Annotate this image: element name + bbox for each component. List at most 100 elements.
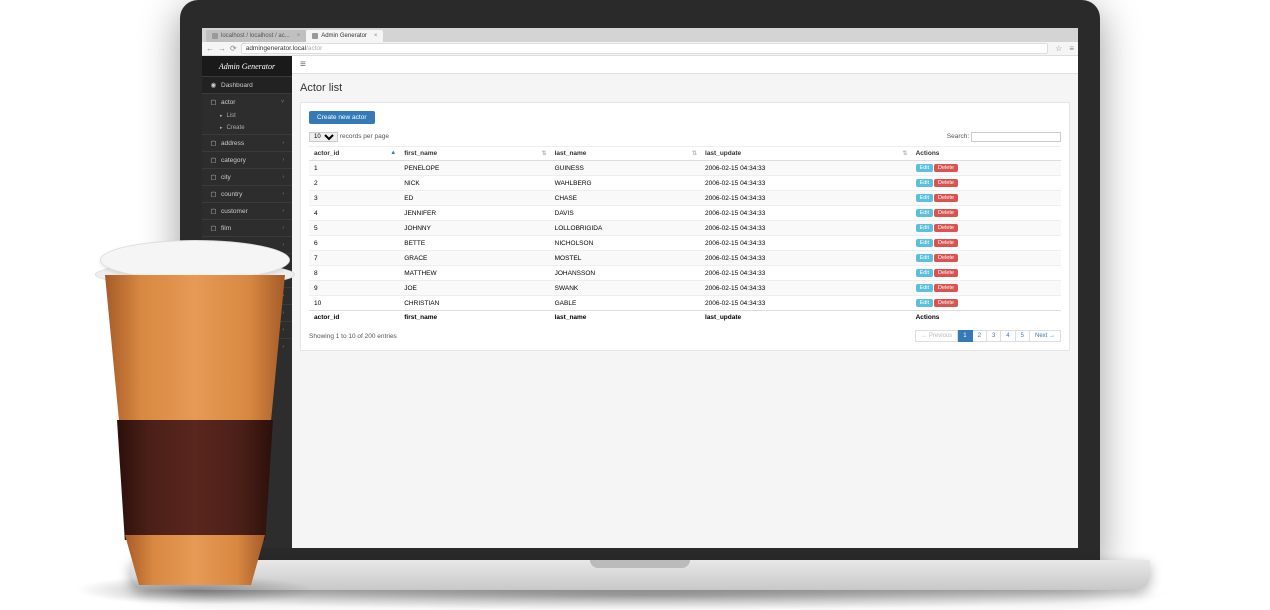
- edit-button[interactable]: Edit: [916, 239, 933, 247]
- cell-actions: EditDelete: [911, 176, 1061, 191]
- delete-button[interactable]: Delete: [934, 224, 958, 232]
- cell-last-update: 2006-02-15 04:34:33: [700, 281, 911, 296]
- main-area: ≡ Actor list Create new actor 10: [292, 56, 1078, 548]
- edit-button[interactable]: Edit: [916, 209, 933, 217]
- data-table: actor_id▲ first_name⇅ last_name⇅ last_up…: [309, 146, 1061, 324]
- browser-tab-label: localhost / localhost / ac...: [221, 33, 290, 39]
- column-header-first-name[interactable]: first_name⇅: [399, 147, 549, 161]
- pagination-prev[interactable]: ← Previous: [915, 330, 958, 342]
- delete-button[interactable]: Delete: [934, 179, 958, 187]
- menu-icon[interactable]: ≡: [1069, 44, 1074, 53]
- folder-icon: ▢: [210, 173, 217, 181]
- pagination-next[interactable]: Next →: [1030, 330, 1061, 342]
- column-footer: Actions: [911, 311, 1061, 325]
- pagination-page[interactable]: 4: [1001, 330, 1015, 342]
- cell-actions: EditDelete: [911, 296, 1061, 311]
- table-row: 9JOESWANK2006-02-15 04:34:33EditDelete: [309, 281, 1061, 296]
- pagination-page[interactable]: 2: [973, 330, 987, 342]
- cell-last-name: NICHOLSON: [550, 236, 700, 251]
- edit-button[interactable]: Edit: [916, 194, 933, 202]
- cell-first-name: MATTHEW: [399, 266, 549, 281]
- delete-button[interactable]: Delete: [934, 269, 958, 277]
- cell-actions: EditDelete: [911, 251, 1061, 266]
- cell-first-name: CHRISTIAN: [399, 296, 549, 311]
- column-header-actor-id[interactable]: actor_id▲: [309, 147, 399, 161]
- table-row: 6BETTENICHOLSON2006-02-15 04:34:33EditDe…: [309, 236, 1061, 251]
- sort-icon: ⇅: [542, 150, 547, 157]
- edit-button[interactable]: Edit: [916, 269, 933, 277]
- column-header-last-update[interactable]: last_update⇅: [700, 147, 911, 161]
- cell-actor-id: 8: [309, 266, 399, 281]
- sidebar-item-film[interactable]: ▢film›: [202, 219, 292, 236]
- delete-button[interactable]: Delete: [934, 284, 958, 292]
- content: Actor list Create new actor 10 records p…: [292, 74, 1078, 359]
- star-icon[interactable]: ☆: [1055, 44, 1062, 53]
- search-label: Search:: [947, 133, 969, 140]
- sidebar-item-country[interactable]: ▢country›: [202, 185, 292, 202]
- browser-tab-active[interactable]: Admin Generator ×: [306, 30, 383, 42]
- sidebar-item-address[interactable]: ▢address›: [202, 134, 292, 151]
- search-box: Search:: [947, 132, 1061, 142]
- edit-button[interactable]: Edit: [916, 179, 933, 187]
- edit-button[interactable]: Edit: [916, 284, 933, 292]
- create-new-button[interactable]: Create new actor: [309, 111, 375, 124]
- pagination-page[interactable]: 3: [987, 330, 1001, 342]
- column-footer: last_name: [550, 311, 700, 325]
- sidebar-item-category[interactable]: ▢category›: [202, 151, 292, 168]
- cell-actor-id: 1: [309, 161, 399, 176]
- edit-button[interactable]: Edit: [916, 299, 933, 307]
- cell-last-update: 2006-02-15 04:34:33: [700, 266, 911, 281]
- app-root: Admin Generator ◉ Dashboard ▢actor˅▸List…: [202, 56, 1078, 548]
- delete-button[interactable]: Delete: [934, 194, 958, 202]
- table-row: 10CHRISTIANGABLE2006-02-15 04:34:33EditD…: [309, 296, 1061, 311]
- cell-first-name: PENELOPE: [399, 161, 549, 176]
- cell-actor-id: 10: [309, 296, 399, 311]
- forward-icon[interactable]: →: [218, 44, 226, 53]
- cell-last-update: 2006-02-15 04:34:33: [700, 191, 911, 206]
- edit-button[interactable]: Edit: [916, 164, 933, 172]
- edit-button[interactable]: Edit: [916, 254, 933, 262]
- topbar: ≡: [292, 56, 1078, 74]
- table-controls: 10 records per page Search:: [309, 132, 1061, 142]
- column-header-last-name[interactable]: last_name⇅: [550, 147, 700, 161]
- search-input[interactable]: [971, 132, 1061, 142]
- cell-last-update: 2006-02-15 04:34:33: [700, 176, 911, 191]
- delete-button[interactable]: Delete: [934, 164, 958, 172]
- sidebar-item-dashboard[interactable]: ◉ Dashboard: [202, 76, 292, 93]
- sidebar-item-customer[interactable]: ▢customer›: [202, 202, 292, 219]
- browser-tab-inactive[interactable]: localhost / localhost / ac... ×: [206, 30, 306, 42]
- delete-button[interactable]: Delete: [934, 209, 958, 217]
- reload-icon[interactable]: ⟳: [230, 44, 237, 53]
- folder-icon: ▢: [210, 224, 217, 232]
- folder-icon: ▢: [210, 207, 217, 215]
- back-icon[interactable]: ←: [206, 44, 214, 53]
- sidebar-item-label: film: [221, 225, 231, 232]
- column-header-actions: Actions: [911, 147, 1061, 161]
- sidebar-item-label: actor: [221, 99, 235, 106]
- sidebar-subitem-create[interactable]: ▸Create: [202, 122, 292, 134]
- browser-tab-strip: localhost / localhost / ac... × Admin Ge…: [202, 28, 1078, 42]
- cell-last-update: 2006-02-15 04:34:33: [700, 236, 911, 251]
- cell-actor-id: 9: [309, 281, 399, 296]
- page-title: Actor list: [300, 82, 1070, 94]
- close-tab-icon[interactable]: ×: [374, 33, 378, 39]
- close-tab-icon[interactable]: ×: [297, 33, 301, 39]
- sidebar-item-city[interactable]: ▢city›: [202, 168, 292, 185]
- panel: Create new actor 10 records per page Se: [300, 102, 1070, 351]
- pagination-page[interactable]: 5: [1016, 330, 1030, 342]
- records-per-page-label: records per page: [340, 133, 389, 140]
- cell-actions: EditDelete: [911, 281, 1061, 296]
- records-per-page-select[interactable]: 10: [309, 132, 338, 142]
- delete-button[interactable]: Delete: [934, 239, 958, 247]
- delete-button[interactable]: Delete: [934, 254, 958, 262]
- pagination-page[interactable]: 1: [958, 330, 972, 342]
- sidebar-subitem-list[interactable]: ▸List: [202, 110, 292, 122]
- sidebar-item-actor[interactable]: ▢actor˅: [202, 93, 292, 110]
- hamburger-icon[interactable]: ≡: [300, 59, 306, 70]
- cell-last-name: DAVIS: [550, 206, 700, 221]
- cell-last-name: GABLE: [550, 296, 700, 311]
- delete-button[interactable]: Delete: [934, 299, 958, 307]
- table-footer: Showing 1 to 10 of 200 entries ← Previou…: [309, 330, 1061, 342]
- edit-button[interactable]: Edit: [916, 224, 933, 232]
- url-input[interactable]: admingenerator.local/actor: [241, 43, 1048, 54]
